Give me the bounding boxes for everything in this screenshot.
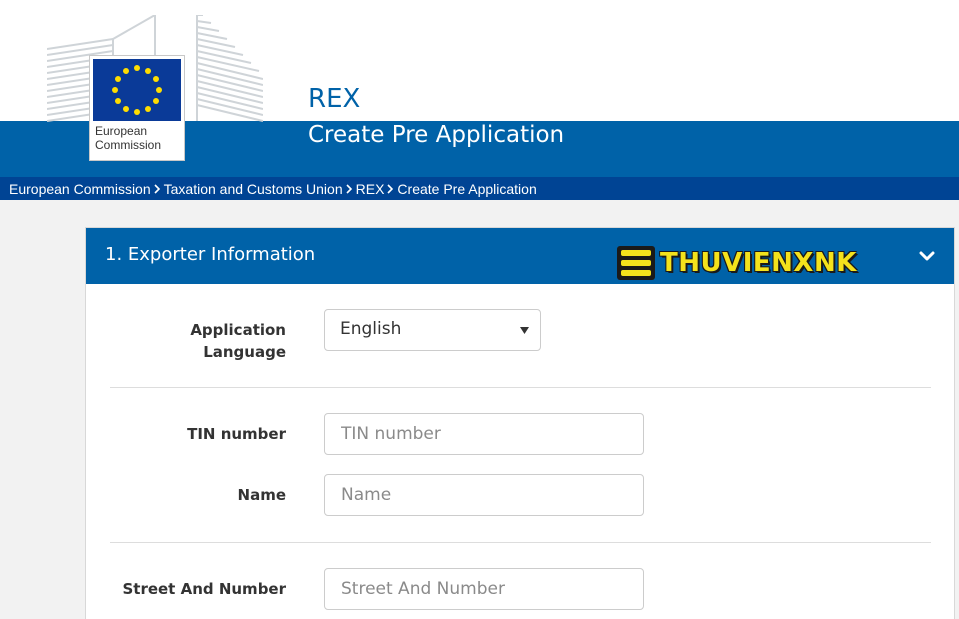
page: European Commission REX Create Pre Appli…: [0, 0, 959, 619]
application-language-label-line-2: Language: [203, 343, 286, 361]
divider: [110, 542, 931, 543]
logo-line-2: Commission: [95, 138, 162, 152]
chevron-down-icon[interactable]: [919, 250, 935, 262]
divider: [110, 387, 931, 388]
street-and-number-label: Street And Number: [122, 580, 286, 598]
breadcrumb-item-taxation[interactable]: Taxation and Customs Union: [164, 181, 343, 197]
watermark: THUVIENXNK: [616, 244, 857, 282]
breadcrumb: European Commission Taxation and Customs…: [0, 177, 959, 200]
application-language-value: English: [340, 319, 402, 339]
caret-down-icon: [520, 327, 529, 334]
street-and-number-input[interactable]: [324, 568, 644, 610]
chevron-right-icon: [154, 183, 161, 194]
name-label: Name: [237, 486, 286, 504]
breadcrumb-item-european-commission[interactable]: European Commission: [9, 181, 151, 197]
application-language-select[interactable]: English: [324, 309, 541, 351]
european-commission-logo[interactable]: European Commission: [89, 55, 185, 161]
eu-flag-icon: [93, 59, 181, 121]
page-title: Create Pre Application: [308, 122, 565, 148]
logo-text: European Commission: [95, 124, 183, 152]
watermark-text: THUVIENXNK: [660, 248, 857, 278]
application-language-label-line-1: Application: [190, 321, 286, 339]
tin-number-label: TIN number: [187, 425, 286, 443]
tin-number-input[interactable]: [324, 413, 644, 455]
application-language-label: Application Language: [190, 319, 286, 363]
breadcrumb-item-current: Create Pre Application: [397, 180, 537, 197]
exporter-information-panel: 1. Exporter Information THUVIENXNK Appli…: [85, 227, 955, 619]
panel-title: 1. Exporter Information: [105, 244, 316, 265]
chevron-right-icon: [346, 183, 353, 194]
chevron-right-icon: [387, 183, 394, 194]
breadcrumb-item-rex[interactable]: REX: [356, 181, 385, 197]
bookshelf-icon: [617, 246, 655, 280]
name-input[interactable]: [324, 474, 644, 516]
site-name[interactable]: REX: [308, 84, 360, 114]
panel-header[interactable]: 1. Exporter Information THUVIENXNK: [86, 228, 954, 284]
logo-line-1: European: [95, 124, 148, 138]
